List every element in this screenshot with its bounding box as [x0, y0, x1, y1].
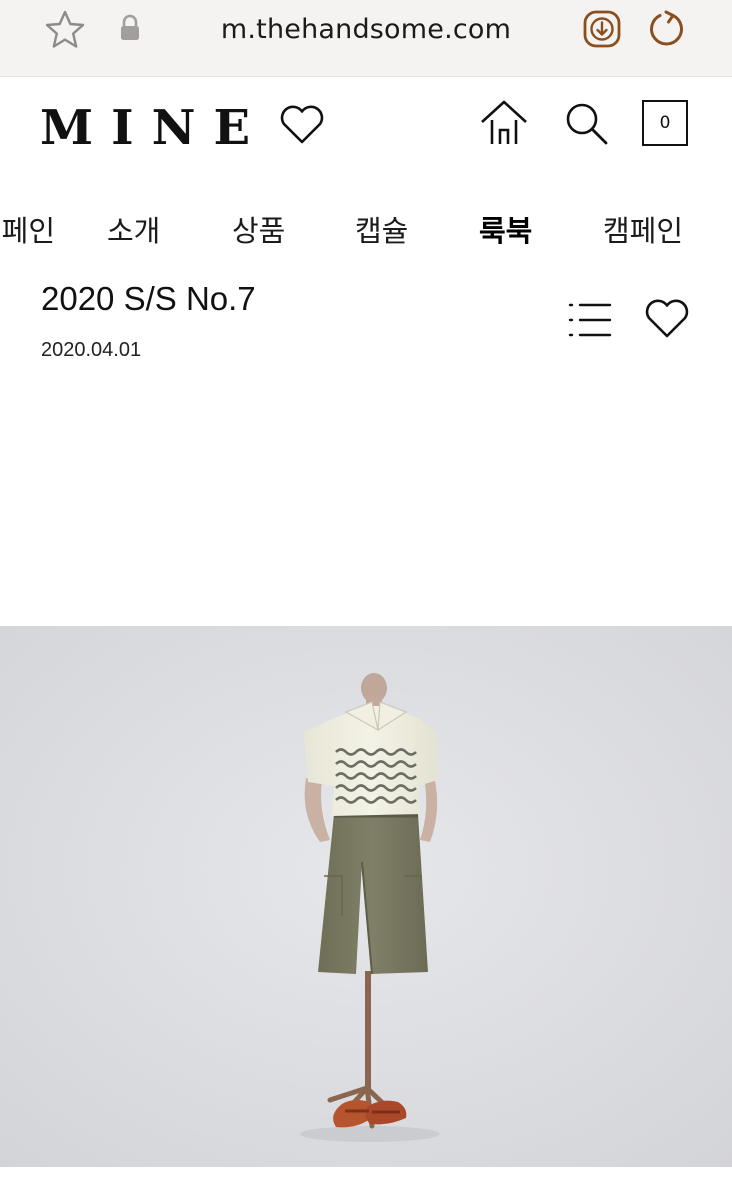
- like-heart-icon[interactable]: [643, 298, 691, 340]
- heart-outline-icon[interactable]: [278, 104, 326, 146]
- home-icon[interactable]: [480, 100, 528, 146]
- brand-logo[interactable]: MINE: [40, 100, 268, 156]
- list-icon[interactable]: [567, 300, 613, 340]
- nav-item-campaign-partial[interactable]: 캠페인: [0, 208, 55, 250]
- url-text[interactable]: m.thehandsome.com: [0, 14, 732, 45]
- site-header: MINE 0: [0, 76, 732, 176]
- nav-item-campaign[interactable]: 캠페인: [603, 208, 683, 250]
- browser-toolbar: m.thehandsome.com: [0, 0, 732, 77]
- cart-count: 0: [659, 113, 671, 133]
- lookbook-photo: [0, 626, 732, 1167]
- nav-item-lookbook[interactable]: 룩북: [479, 208, 532, 250]
- nav-item-capsule[interactable]: 캡슐: [355, 208, 408, 250]
- search-icon[interactable]: [563, 100, 609, 146]
- mannequin-outfit-image: [0, 626, 732, 1167]
- nav-item-about[interactable]: 소개: [107, 208, 160, 250]
- reload-icon[interactable]: [646, 8, 688, 50]
- category-nav: 캠페인 소개 상품 캡슐 룩북 캠페인: [0, 196, 732, 262]
- nav-item-products[interactable]: 상품: [232, 208, 285, 250]
- cart-button[interactable]: 0: [642, 100, 688, 146]
- post-date: 2020.04.01: [41, 339, 142, 361]
- download-icon[interactable]: [582, 9, 622, 49]
- page-title: 2020 S/S No.7: [41, 280, 256, 317]
